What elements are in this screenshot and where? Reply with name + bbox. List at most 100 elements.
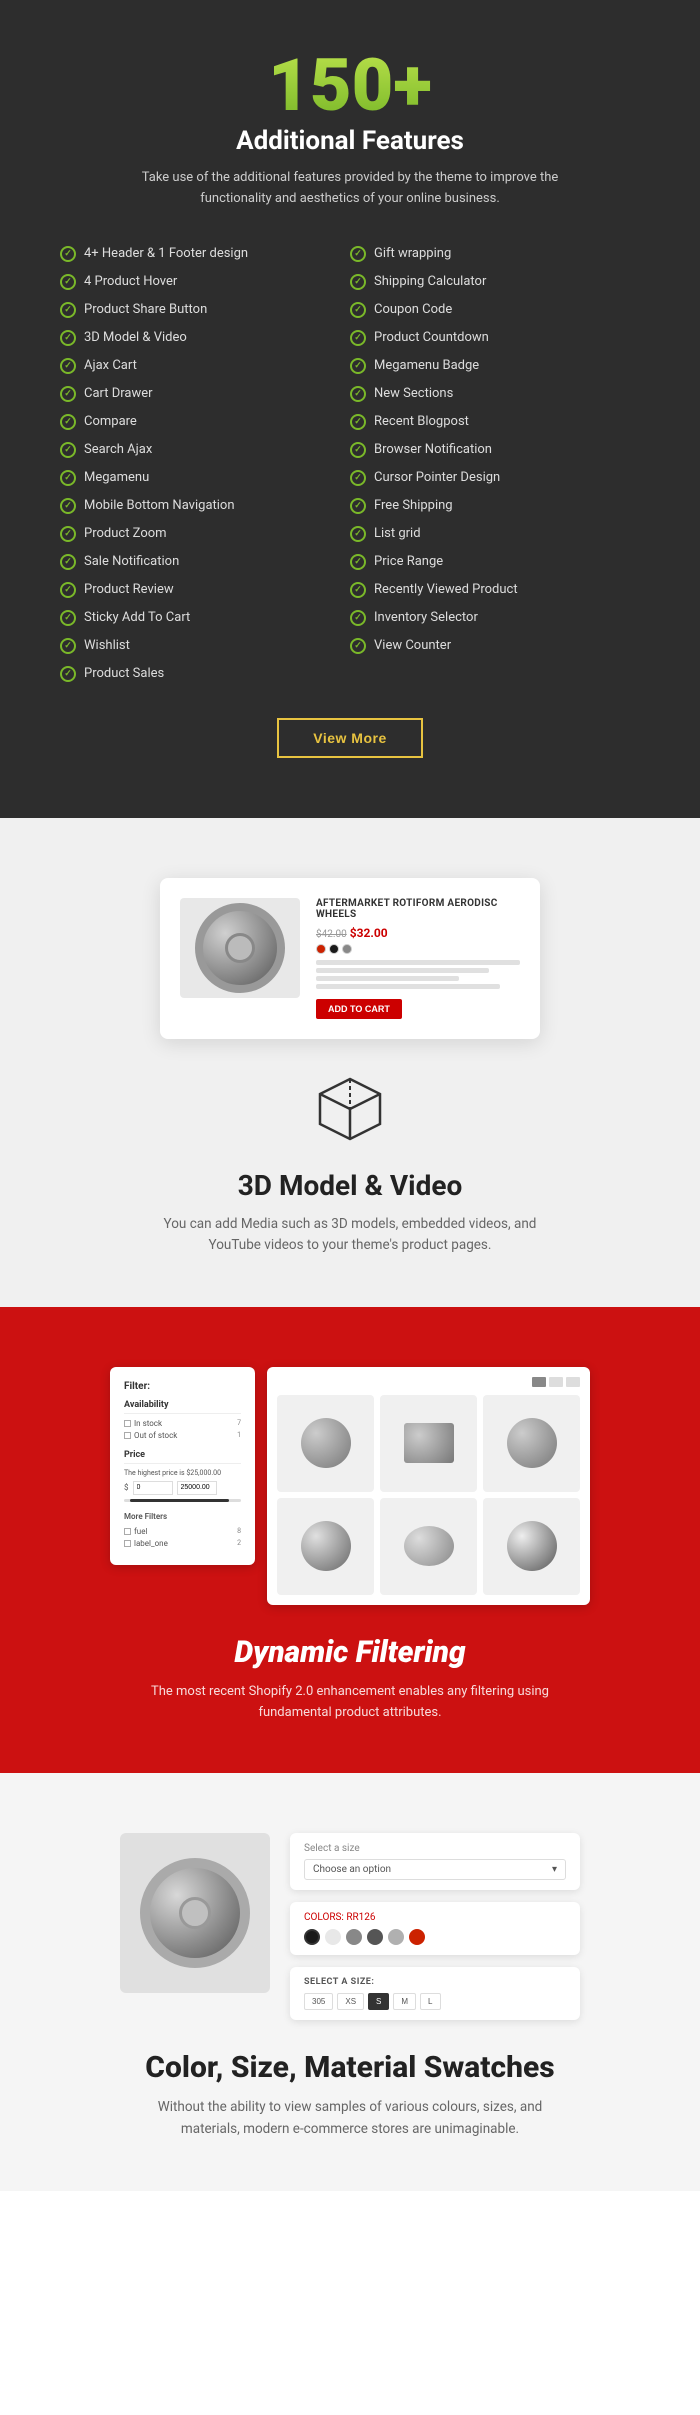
price-from-input[interactable]	[133, 1481, 173, 1495]
size-swatch-button[interactable]: 305	[304, 1993, 333, 2010]
out-stock-label: Out of stock	[124, 1431, 177, 1440]
features-col-2: Gift wrappingShipping CalculatorCoupon C…	[350, 240, 640, 688]
checkmark-icon	[350, 582, 366, 598]
feature-item: Cursor Pointer Design	[350, 464, 640, 492]
product-thumb-6[interactable]	[483, 1498, 580, 1595]
checkmark-icon	[60, 302, 76, 318]
fuel-checkbox[interactable]	[124, 1528, 131, 1535]
feature-item: Search Ajax	[60, 436, 350, 464]
feature-item: Ajax Cart	[60, 352, 350, 380]
size-swatch-button[interactable]: L	[420, 1993, 440, 2010]
color-option-grey[interactable]	[342, 944, 352, 954]
3d-box-icon	[310, 1069, 390, 1149]
filter-fuel-row: fuel 8	[124, 1527, 241, 1536]
desc-line-4	[316, 984, 500, 989]
size-swatch-button[interactable]: XS	[337, 1993, 364, 2010]
filter-group-availability: Availability In stock 7 Out of stock 1	[124, 1400, 241, 1440]
desc-line-3	[316, 976, 459, 981]
add-to-cart-button[interactable]: Add to Cart	[316, 999, 402, 1019]
grid-list-toggle[interactable]	[566, 1377, 580, 1387]
products-grid	[277, 1395, 580, 1595]
out-stock-row: Out of stock 1	[124, 1431, 241, 1440]
feature-item: 4 Product Hover	[60, 268, 350, 296]
checkmark-icon	[350, 526, 366, 542]
price-range-slider[interactable]	[124, 1499, 241, 1502]
features-subtitle: Additional Features	[60, 126, 640, 156]
fuel-label: fuel	[124, 1527, 147, 1536]
size-swatch-button[interactable]: S	[368, 1993, 389, 2010]
desc-line-2	[316, 968, 489, 973]
label-one-label: label_one	[124, 1539, 168, 1548]
checkmark-icon	[60, 330, 76, 346]
label-one-checkbox[interactable]	[124, 1540, 131, 1547]
old-price: $42.00	[316, 929, 347, 940]
color-swatch-dot[interactable]	[304, 1929, 320, 1945]
view-more-button[interactable]: View More	[277, 718, 423, 758]
swatches-preview: Select a size Choose an option ▾ COLORS:…	[120, 1833, 580, 2020]
product-thumb-1[interactable]	[277, 1395, 374, 1492]
size-swatches-card: SELECT A SIZE: 305XSSML	[290, 1967, 580, 2020]
checkmark-icon	[350, 498, 366, 514]
feature-item: Free Shipping	[350, 492, 640, 520]
features-description: Take use of the additional features prov…	[120, 168, 580, 210]
in-stock-count: 7	[237, 1419, 241, 1427]
price-to-input[interactable]	[177, 1481, 217, 1495]
checkmark-icon	[350, 358, 366, 374]
filter-label-row: label_one 2	[124, 1539, 241, 1548]
color-option-black[interactable]	[329, 944, 339, 954]
swatches-section-title: Color, Size, Material Swatches	[60, 2050, 640, 2085]
size-swatch-buttons: 305XSSML	[304, 1993, 566, 2010]
color-swatch-dot[interactable]	[346, 1929, 362, 1945]
color-swatch-dot[interactable]	[388, 1929, 404, 1945]
color-option-red[interactable]	[316, 944, 326, 954]
feature-item: List grid	[350, 520, 640, 548]
in-stock-checkbox[interactable]	[124, 1420, 131, 1427]
feature-item: Product Zoom	[60, 520, 350, 548]
price-desc: The highest price is $25,000.00	[124, 1469, 241, 1477]
feature-item: Megamenu	[60, 464, 350, 492]
grid-view-toggle	[277, 1377, 580, 1387]
product-thumb-2[interactable]	[380, 1395, 477, 1492]
color-swatch-dot[interactable]	[409, 1929, 425, 1945]
grid-3col-toggle[interactable]	[549, 1377, 563, 1387]
checkmark-icon	[350, 638, 366, 654]
grid-2col-toggle[interactable]	[532, 1377, 546, 1387]
label-one-count: 2	[237, 1539, 241, 1547]
section-features: 150+ Additional Features Take use of the…	[0, 0, 700, 818]
size-dropdown[interactable]: Choose an option ▾	[304, 1859, 566, 1880]
feature-item: New Sections	[350, 380, 640, 408]
checkmark-icon	[60, 498, 76, 514]
color-swatch-dot[interactable]	[325, 1929, 341, 1945]
out-stock-checkbox[interactable]	[124, 1432, 131, 1439]
feature-item: Sale Notification	[60, 548, 350, 576]
checkmark-icon	[350, 274, 366, 290]
product-thumb-4[interactable]	[277, 1498, 374, 1595]
product-thumb-3[interactable]	[483, 1395, 580, 1492]
checkmark-icon	[60, 638, 76, 654]
product-preview-price: $42.00 $32.00	[316, 926, 520, 940]
feature-item: Price Range	[350, 548, 640, 576]
feature-item: 3D Model & Video	[60, 324, 350, 352]
checkmark-icon	[350, 610, 366, 626]
product-thumb-5[interactable]	[380, 1498, 477, 1595]
product-preview-image	[180, 898, 300, 998]
feature-item: Cart Drawer	[60, 380, 350, 408]
new-price: $32.00	[350, 926, 388, 940]
product-shape-1	[301, 1418, 351, 1468]
filter-group-price: Price The highest price is $25,000.00 $	[124, 1450, 241, 1502]
features-col-1: 4+ Header & 1 Footer design4 Product Hov…	[60, 240, 350, 688]
checkmark-icon	[60, 666, 76, 682]
more-filters-label[interactable]: More Filters	[124, 1512, 241, 1521]
size-swatches-label: SELECT A SIZE:	[304, 1977, 566, 1987]
feature-item: Wishlist	[60, 632, 350, 660]
filter-product-grid	[267, 1367, 590, 1605]
feature-item: Inventory Selector	[350, 604, 640, 632]
checkmark-icon	[60, 274, 76, 290]
feature-item: Recent Blogpost	[350, 408, 640, 436]
checkmark-icon	[350, 442, 366, 458]
price-filter-label: Price	[124, 1450, 241, 1464]
size-swatch-button[interactable]: M	[393, 1993, 416, 2010]
feature-item: Browser Notification	[350, 436, 640, 464]
price-range-row: $	[124, 1481, 241, 1495]
color-swatch-dot[interactable]	[367, 1929, 383, 1945]
